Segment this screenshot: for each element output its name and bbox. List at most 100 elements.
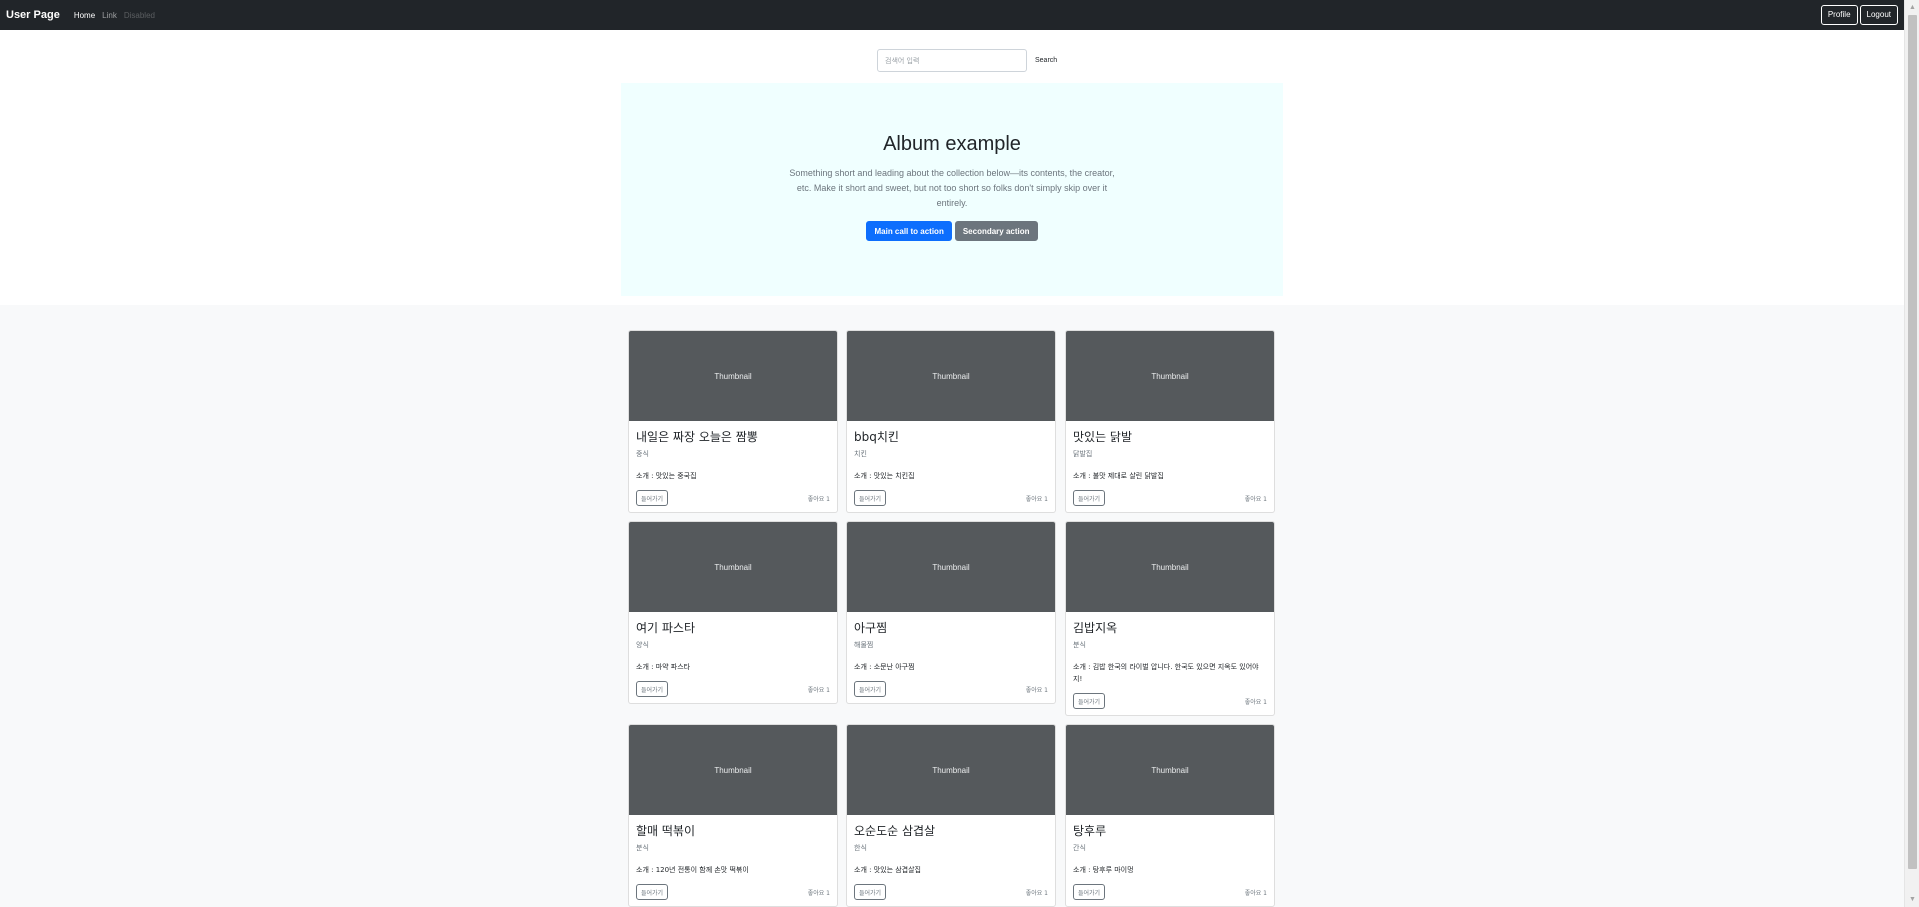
card-title: 오순도순 삼겹살 bbox=[854, 824, 936, 838]
card-footer: 들어가기 좋아요 1 bbox=[1073, 884, 1267, 900]
card-category: 분식 bbox=[1073, 641, 1086, 649]
header-section: Search Album example Something short and… bbox=[0, 30, 1904, 305]
card-title: 아구찜 bbox=[854, 621, 888, 635]
card-title: 여기 파스타 bbox=[636, 621, 696, 635]
scroll-up-arrow-icon[interactable]: ▲ bbox=[1905, 0, 1919, 15]
search-input[interactable] bbox=[877, 49, 1027, 72]
card-thumbnail: Thumbnail bbox=[1066, 725, 1274, 815]
card-footer: 들어가기 좋아요 1 bbox=[636, 490, 830, 506]
likes-count: 좋아요 1 bbox=[807, 495, 830, 503]
enter-button[interactable]: 들어가기 bbox=[1073, 884, 1106, 900]
card-category: 치킨 bbox=[854, 450, 867, 458]
restaurant-card: Thumbnail 내일은 짜장 오늘은 짬뽕 중식 소개 : 맛있는 중국집 … bbox=[628, 330, 838, 513]
card-body: 오순도순 삼겹살 한식 소개 : 맛있는 삼겹살집 들어가기 좋아요 1 bbox=[847, 815, 1055, 906]
card-footer: 들어가기 좋아요 1 bbox=[1073, 490, 1267, 506]
card-intro: 소개 : 소문난 아구찜 bbox=[854, 663, 915, 671]
card-title: 할매 떡볶이 bbox=[636, 824, 696, 838]
likes-count: 좋아요 1 bbox=[1025, 889, 1048, 897]
card-body: 할매 떡볶이 분식 소개 : 120년 전통이 함께 손맛 떡볶이 들어가기 좋… bbox=[629, 815, 837, 906]
card-body: 김밥지옥 분식 소개 : 김밥 한국의 라이벌 압니다. 한국도 있으면 지옥도… bbox=[1066, 612, 1274, 715]
card-thumbnail: Thumbnail bbox=[847, 725, 1055, 815]
navbar-brand[interactable]: User Page bbox=[6, 9, 60, 21]
page-title: Album example bbox=[883, 133, 1021, 155]
restaurant-card: Thumbnail 탕후루 간식 소개 : 탕후루 마이멍 들어가기 좋아요 1 bbox=[1065, 724, 1275, 907]
logout-button[interactable]: Logout bbox=[1859, 5, 1898, 25]
card-intro: 소개 : 탕후루 마이멍 bbox=[1073, 866, 1134, 874]
restaurant-card: Thumbnail bbq치킨 치킨 소개 : 맛있는 치킨집 들어가기 좋아요… bbox=[846, 330, 1056, 513]
scroll-down-arrow-icon[interactable]: ▼ bbox=[1905, 892, 1919, 907]
card-body: 아구찜 해물찜 소개 : 소문난 아구찜 들어가기 좋아요 1 bbox=[847, 612, 1055, 703]
card-category: 닭발집 bbox=[1073, 450, 1093, 458]
card-title: 내일은 짜장 오늘은 짬뽕 bbox=[636, 430, 758, 444]
card-category: 중식 bbox=[636, 450, 649, 458]
card-body: 내일은 짜장 오늘은 짬뽕 중식 소개 : 맛있는 중국집 들어가기 좋아요 1 bbox=[629, 421, 837, 512]
restaurant-card: Thumbnail 오순도순 삼겹살 한식 소개 : 맛있는 삼겹살집 들어가기… bbox=[846, 724, 1056, 907]
secondary-action-button[interactable]: Secondary action bbox=[954, 221, 1038, 241]
card-thumbnail: Thumbnail bbox=[847, 522, 1055, 612]
enter-button[interactable]: 들어가기 bbox=[636, 884, 669, 900]
jumbotron-lead: Something short and leading about the co… bbox=[789, 168, 1115, 208]
restaurant-card: Thumbnail 여기 파스타 양식 소개 : 마약 파스타 들어가기 좋아요… bbox=[628, 521, 838, 704]
card-title: 맛있는 닭발 bbox=[1073, 430, 1133, 444]
restaurant-card: Thumbnail 맛있는 닭발 닭발집 소개 : 불맛 제대로 살린 닭발집 … bbox=[1065, 330, 1275, 513]
search-form: Search bbox=[877, 49, 1057, 72]
enter-button[interactable]: 들어가기 bbox=[854, 884, 887, 900]
card-intro: 소개 : 120년 전통이 함께 손맛 떡볶이 bbox=[636, 866, 749, 874]
main-call-to-action-button[interactable]: Main call to action bbox=[866, 221, 952, 241]
likes-count: 좋아요 1 bbox=[1244, 698, 1267, 706]
restaurant-card: Thumbnail 할매 떡볶이 분식 소개 : 120년 전통이 함께 손맛 … bbox=[628, 724, 838, 907]
restaurant-card: Thumbnail 김밥지옥 분식 소개 : 김밥 한국의 라이벌 압니다. 한… bbox=[1065, 521, 1275, 716]
card-thumbnail: Thumbnail bbox=[1066, 331, 1274, 421]
card-intro: 소개 : 맛있는 치킨집 bbox=[854, 472, 915, 480]
card-category: 분식 bbox=[636, 844, 649, 852]
enter-button[interactable]: 들어가기 bbox=[854, 490, 887, 506]
card-intro: 소개 : 맛있는 삼겹살집 bbox=[854, 866, 921, 874]
enter-button[interactable]: 들어가기 bbox=[1073, 490, 1106, 506]
likes-count: 좋아요 1 bbox=[1025, 686, 1048, 694]
card-intro: 소개 : 불맛 제대로 살린 닭발집 bbox=[1073, 472, 1164, 480]
navbar-actions: Profile Logout bbox=[1820, 5, 1898, 25]
likes-count: 좋아요 1 bbox=[807, 889, 830, 897]
card-thumbnail: Thumbnail bbox=[1066, 522, 1274, 612]
card-title: bbq치킨 bbox=[854, 430, 899, 444]
card-footer: 들어가기 좋아요 1 bbox=[854, 490, 1048, 506]
card-body: bbq치킨 치킨 소개 : 맛있는 치킨집 들어가기 좋아요 1 bbox=[847, 421, 1055, 512]
card-category: 간식 bbox=[1073, 844, 1086, 852]
enter-button[interactable]: 들어가기 bbox=[636, 681, 669, 697]
restaurant-card: Thumbnail 아구찜 해물찜 소개 : 소문난 아구찜 들어가기 좋아요 … bbox=[846, 521, 1056, 704]
likes-count: 좋아요 1 bbox=[1025, 495, 1048, 503]
likes-count: 좋아요 1 bbox=[807, 686, 830, 694]
card-footer: 들어가기 좋아요 1 bbox=[636, 681, 830, 697]
card-intro: 소개 : 마약 파스타 bbox=[636, 663, 691, 671]
card-thumbnail: Thumbnail bbox=[629, 331, 837, 421]
nav-link-home[interactable]: Home bbox=[74, 11, 95, 20]
jumbotron-actions: Main call to action Secondary action bbox=[621, 221, 1283, 241]
card-footer: 들어가기 좋아요 1 bbox=[1073, 693, 1267, 709]
profile-button[interactable]: Profile bbox=[1820, 5, 1858, 25]
search-button[interactable]: Search bbox=[1035, 57, 1057, 64]
nav-link-disabled: Disabled bbox=[123, 10, 155, 20]
page-scrollbar[interactable]: ▲ ▼ bbox=[1904, 0, 1919, 907]
card-body: 탕후루 간식 소개 : 탕후루 마이멍 들어가기 좋아요 1 bbox=[1066, 815, 1274, 906]
card-body: 맛있는 닭발 닭발집 소개 : 불맛 제대로 살린 닭발집 들어가기 좋아요 1 bbox=[1066, 421, 1274, 512]
scrollbar-thumb[interactable] bbox=[1908, 15, 1917, 869]
top-navbar: User Page Home Link Disabled Profile Log… bbox=[0, 0, 1904, 30]
card-footer: 들어가기 좋아요 1 bbox=[854, 884, 1048, 900]
card-thumbnail: Thumbnail bbox=[629, 725, 837, 815]
enter-button[interactable]: 들어가기 bbox=[1073, 693, 1106, 709]
card-thumbnail: Thumbnail bbox=[847, 331, 1055, 421]
card-footer: 들어가기 좋아요 1 bbox=[636, 884, 830, 900]
card-title: 김밥지옥 bbox=[1073, 621, 1118, 635]
album-grid: Thumbnail 내일은 짜장 오늘은 짬뽕 중식 소개 : 맛있는 중국집 … bbox=[0, 305, 1904, 907]
enter-button[interactable]: 들어가기 bbox=[636, 490, 669, 506]
enter-button[interactable]: 들어가기 bbox=[854, 681, 887, 697]
card-intro: 소개 : 김밥 한국의 라이벌 압니다. 한국도 있으면 지옥도 있어야지! bbox=[1073, 663, 1259, 683]
card-category: 해물찜 bbox=[854, 641, 874, 649]
card-intro: 소개 : 맛있는 중국집 bbox=[636, 472, 697, 480]
card-category: 양식 bbox=[636, 641, 649, 649]
card-thumbnail: Thumbnail bbox=[629, 522, 837, 612]
likes-count: 좋아요 1 bbox=[1244, 495, 1267, 503]
likes-count: 좋아요 1 bbox=[1244, 889, 1267, 897]
nav-link-link[interactable]: Link bbox=[102, 11, 117, 20]
card-title: 탕후루 bbox=[1073, 824, 1107, 838]
